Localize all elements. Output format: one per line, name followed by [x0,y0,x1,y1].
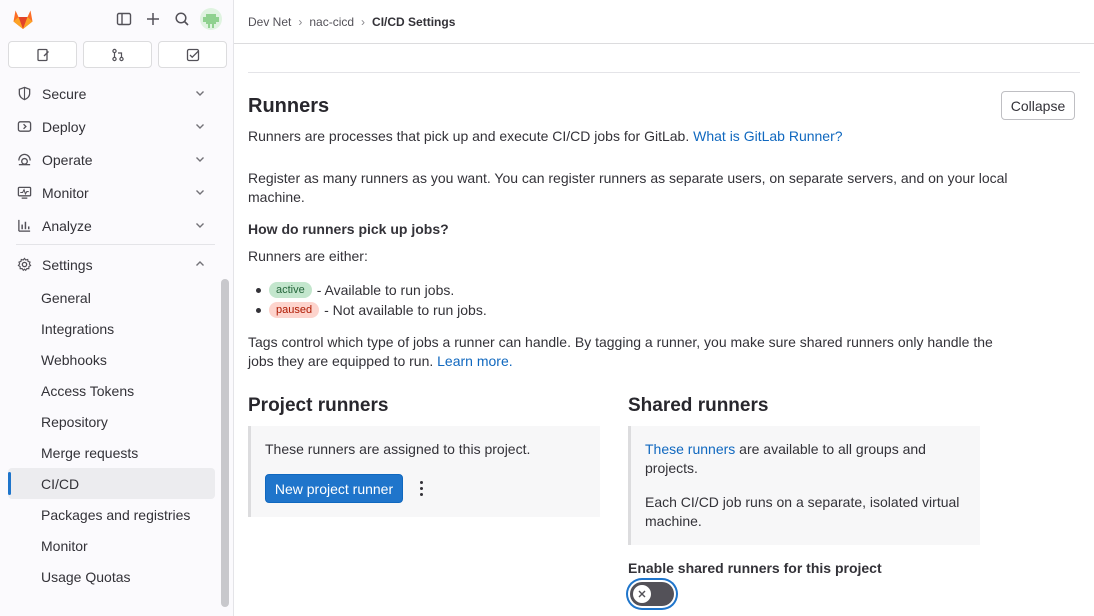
project-runners-title: Project runners [248,395,389,416]
chevron-right-icon: › [298,14,303,29]
gear-icon [16,257,32,273]
close-icon [633,585,651,603]
avatar[interactable] [200,8,222,30]
issues-icon [36,48,49,61]
plus-icon[interactable] [142,8,164,30]
enable-shared-runners-label: Enable shared runners for this project [628,560,882,576]
gitlab-logo-icon[interactable] [10,6,36,32]
project-runners-box: These runners are assigned to this proje… [248,426,600,517]
shield-icon [16,86,32,102]
analyze-icon [16,218,32,234]
runners-intro: Runners are processes that pick up and e… [248,127,843,146]
merge-requests-icon [111,48,124,61]
sidebar-nav: Secure Deploy Operate Monitor Analyze Se… [8,78,215,592]
runner-states-list: active - Available to run jobs. paused -… [256,280,487,320]
register-text-2: machine. [248,189,305,205]
register-paragraph: Register as many runners as you want. Yo… [248,169,1008,207]
either-text: Runners are either: [248,248,368,264]
chevron-right-icon: › [361,14,366,29]
chevron-up-icon [196,261,204,266]
sidebar-subitem-usage-quotas[interactable]: Usage Quotas [8,561,215,592]
breadcrumb-group[interactable]: Dev Net [248,15,291,29]
merge-requests-tab[interactable] [83,41,152,68]
sidebar-subitem-merge-requests[interactable]: Merge requests [8,437,215,468]
monitor-icon [16,185,32,201]
sidebar-item-analyze[interactable]: Analyze [8,210,215,241]
sidebar-item-label: Monitor [42,184,89,201]
sidebar-item-deploy[interactable]: Deploy [8,111,215,142]
sidebar-scrollbar[interactable] [221,279,229,607]
state-text: - Available to run jobs. [316,282,455,298]
sidebar-subitem-repository[interactable]: Repository [8,406,215,437]
runners-title: Runners [248,95,330,117]
issues-tab[interactable] [8,41,77,68]
state-text: - Not available to run jobs. [324,302,487,318]
sidebar-quick-tabs [8,41,227,68]
bullet-dot [256,307,261,313]
runners-intro-text: Runners are processes that pick up and e… [248,128,690,144]
breadcrumb-current[interactable]: CI/CD Settings [372,15,455,29]
sidebar-item-label: Secure [42,85,87,102]
sidebar-toggle-icon[interactable] [113,8,135,30]
shared-runners-text-2: Each CI/CD job runs on a separate, isola… [645,493,965,531]
new-project-runner-button[interactable]: New project runner [265,474,403,503]
tags-text-2-line: jobs they are equipped to run. Learn mor… [248,352,1008,371]
sidebar-subitem-general[interactable]: General [8,282,215,313]
shared-text-4: machine. [645,513,702,529]
what-is-runner-link[interactable]: What is GitLab Runner? [693,128,842,144]
sidebar-item-label: Operate [42,151,93,168]
sidebar-item-settings[interactable]: Settings [8,249,215,280]
sidebar-subitem-access-tokens[interactable]: Access Tokens [8,375,215,406]
shared-text-3: Each CI/CD job runs on a separate, isola… [645,494,960,510]
bullet-dot [256,287,261,293]
list-item: paused - Not available to run jobs. [256,300,487,320]
chevron-down-icon [196,190,204,195]
sidebar-subitem-monitor[interactable]: Monitor [8,530,215,561]
sidebar-subitem-packages-registries[interactable]: Packages and registries [8,499,215,530]
chevron-down-icon [196,223,204,228]
shared-text: are available to all groups and [739,441,926,457]
collapse-button[interactable]: Collapse [1001,91,1075,120]
more-actions-icon[interactable] [413,478,429,498]
these-runners-link[interactable]: These runners [645,441,735,457]
learn-more-link[interactable]: Learn more. [437,353,512,369]
search-icon[interactable] [171,8,193,30]
sidebar-item-label: Analyze [42,217,92,234]
sidebar: Secure Deploy Operate Monitor Analyze Se… [0,0,234,616]
how-heading: How do runners pick up jobs? [248,221,449,237]
operate-icon [16,152,32,168]
todo-icon [186,48,199,61]
sidebar-item-monitor[interactable]: Monitor [8,177,215,208]
tags-text-2: jobs they are equipped to run. [248,353,434,369]
status-badge-active: active [269,282,312,298]
shared-runners-title: Shared runners [628,395,769,416]
sidebar-item-label: Deploy [42,118,86,135]
register-text: Register as many runners as you want. Yo… [248,170,1008,186]
breadcrumb-project[interactable]: nac-cicd [309,15,354,29]
sidebar-item-secure[interactable]: Secure [8,78,215,109]
shared-runners-box: These runners are available to all group… [628,426,980,545]
sidebar-item-operate[interactable]: Operate [8,144,215,175]
shared-runners-text-1: These runners are available to all group… [645,440,965,478]
enable-shared-runners-toggle[interactable] [630,582,674,606]
shared-text-2: projects. [645,460,698,476]
nav-divider [16,244,215,245]
chevron-down-icon [196,124,204,129]
deploy-icon [16,119,32,135]
tags-text: Tags control which type of jobs a runner… [248,334,993,350]
sidebar-subitem-integrations[interactable]: Integrations [8,313,215,344]
sidebar-subitem-webhooks[interactable]: Webhooks [8,344,215,375]
todo-tab[interactable] [158,41,227,68]
sidebar-subitem-cicd[interactable]: CI/CD [8,468,215,499]
chevron-down-icon [196,157,204,162]
breadcrumb: Dev Net › nac-cicd › CI/CD Settings [234,0,1094,44]
tags-paragraph: Tags control which type of jobs a runner… [248,333,1008,371]
status-badge-paused: paused [269,302,320,318]
project-runners-text: These runners are assigned to this proje… [265,441,531,457]
section-divider [248,72,1080,73]
sidebar-top-bar [0,6,233,32]
sidebar-item-label: Settings [42,256,93,273]
list-item: active - Available to run jobs. [256,280,487,300]
chevron-down-icon [196,91,204,96]
